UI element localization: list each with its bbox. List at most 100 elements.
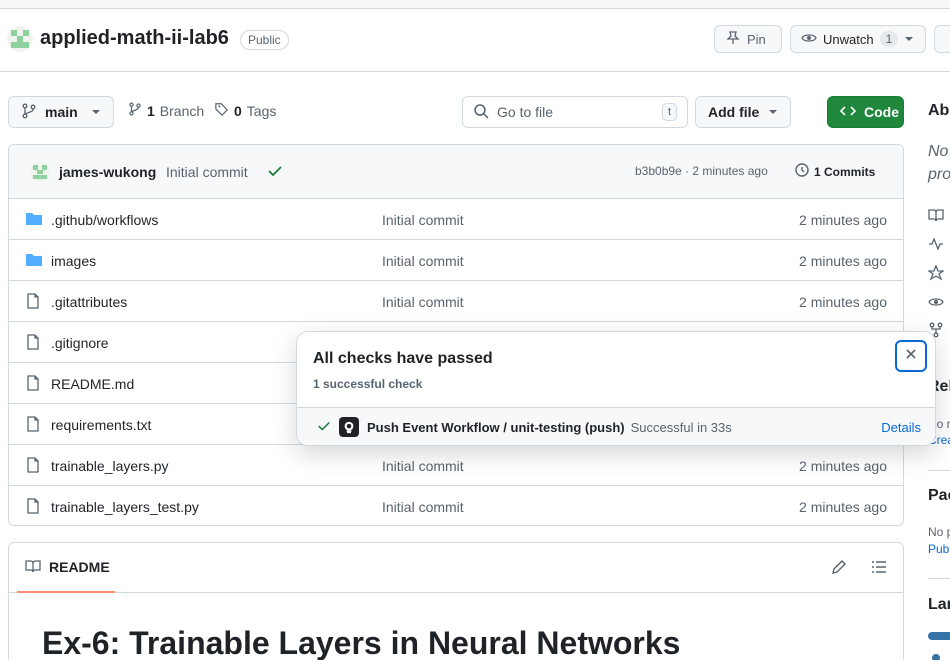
languages-heading: Lan [928,596,950,613]
about-text-line-1: No [928,143,949,160]
file-name[interactable]: .gitignore [51,335,109,351]
file-row[interactable]: trainable_layers_test.py Initial commit 2 … [9,486,903,525]
checks-popover: All checks have passed 1 successful chec… [296,331,936,446]
packages-heading: Pac [928,487,950,504]
code-icon [839,103,857,122]
file-icon [25,416,41,435]
file-name[interactable]: images [51,253,96,269]
file-commit-message[interactable]: Initial commit [382,294,464,310]
folder-icon [25,211,43,230]
code-button[interactable]: Code [827,96,916,128]
branch-selector[interactable]: main [8,96,114,128]
language-dot [932,654,940,660]
file-name[interactable]: trainable_layers.py [51,458,169,474]
file-row[interactable]: .gitattributes Initial commit 2 minutes ag… [9,281,903,322]
commits-link[interactable]: 1 Commits [794,162,875,181]
search-icon [473,103,489,122]
about-heading: Abo [928,102,950,119]
history-icon [794,162,810,181]
packages-text: No p [928,525,950,539]
code-label: Code [864,104,899,120]
chevron-down-icon [91,104,101,120]
file-commit-message[interactable]: Initial commit [382,212,464,228]
outline-list-icon[interactable] [871,559,887,580]
file-name[interactable]: .github/workflows [51,212,158,228]
commit-author[interactable]: james-wukong [59,164,156,180]
close-button[interactable] [895,340,927,372]
star-icon[interactable] [927,264,945,286]
file-commit-message[interactable]: Initial commit [382,499,464,515]
file-icon [25,498,41,517]
branch-name: main [45,104,78,120]
watch-count: 1 [879,31,899,47]
file-commit-time: 2 minutes ago [799,253,887,269]
commit-message[interactable]: Initial commit [166,164,248,180]
owner-avatar[interactable] [7,26,33,52]
repo-header: applied-math-ii-lab6 Public Pin Unwatch … [0,10,950,72]
pin-button[interactable]: Pin [714,25,782,53]
book-icon[interactable] [928,207,944,228]
file-row[interactable]: .github/workflows Initial commit 2 minutes… [9,199,903,240]
book-icon [25,558,41,577]
tags-link[interactable]: 0 Tags [215,102,276,119]
file-name[interactable]: README.md [51,376,134,392]
add-file-button[interactable]: Add file [695,96,791,128]
publish-package-link[interactable]: Pub [928,542,949,556]
branches-link[interactable]: 1 Branch [128,102,204,119]
readme-tab[interactable]: README [17,543,115,593]
pulse-icon[interactable] [928,236,944,257]
details-link[interactable]: Details [881,420,921,435]
top-strip [0,0,950,9]
file-commit-message[interactable]: Initial commit [382,458,464,474]
file-name[interactable]: .gitattributes [51,294,127,310]
check-icon [317,419,331,436]
go-to-file-input[interactable]: Go to file t [462,96,688,128]
check-icon[interactable] [267,163,283,184]
chevron-down-icon [907,104,917,120]
chevron-down-icon [904,32,914,47]
shortcut-key: t [661,103,677,121]
file-icon [25,334,41,353]
eye-icon[interactable] [928,294,944,315]
unwatch-label: Unwatch [823,31,874,47]
file-row[interactable]: trainable_layers.py Initial commit 2 minut… [9,445,903,486]
add-file-label: Add file [708,104,760,120]
checks-subtitle: 1 successful check [313,377,423,391]
file-name[interactable]: trainable_layers_test.py [51,499,199,515]
language-bar [928,632,950,640]
commits-label: 1 Commits [814,164,876,179]
file-commit-time: 2 minutes ago [799,294,887,310]
branch-label: Branch [159,102,205,119]
file-name[interactable]: requirements.txt [51,417,151,433]
pin-label: Pin [747,31,766,47]
commit-hash-time[interactable]: b3b0b9e · 2 minutes ago [635,164,768,178]
readme-title: Ex-6: Trainable Layers in Neural Network… [42,625,681,660]
tag-count: 0 [234,102,242,119]
file-commit-time: 2 minutes ago [799,212,887,228]
file-icon [25,375,41,394]
fork-button-partial[interactable] [934,25,950,53]
github-icon [339,417,359,437]
tag-icon [215,102,229,119]
file-row[interactable]: images Initial commit 2 minutes ago [9,240,903,281]
checks-title: All checks have passed [313,350,493,367]
unwatch-button[interactable]: Unwatch 1 [790,25,926,53]
visibility-badge: Public [240,30,289,50]
author-avatar[interactable] [30,162,50,182]
git-branch-icon [21,103,37,122]
latest-commit-bar: james-wukong Initial commit b3b0b9e · 2 … [9,145,903,199]
branch-count: 1 [147,102,155,119]
file-commit-time: 2 minutes ago [799,499,887,515]
search-placeholder: Go to file [497,104,554,120]
tag-label: Tags [246,102,277,119]
sidebar-divider [928,470,950,471]
folder-icon [25,252,43,271]
file-commit-message[interactable]: Initial commit [382,253,464,269]
pin-icon [725,30,741,49]
edit-pencil-icon[interactable] [831,559,847,580]
file-commit-time: 2 minutes ago [799,458,887,474]
repo-name[interactable]: applied-math-ii-lab6 [40,27,229,50]
readme-tab-label: README [49,559,110,575]
file-icon [25,293,41,312]
readme-panel: README Ex-6: Trainable Layers in Neural … [8,542,904,660]
